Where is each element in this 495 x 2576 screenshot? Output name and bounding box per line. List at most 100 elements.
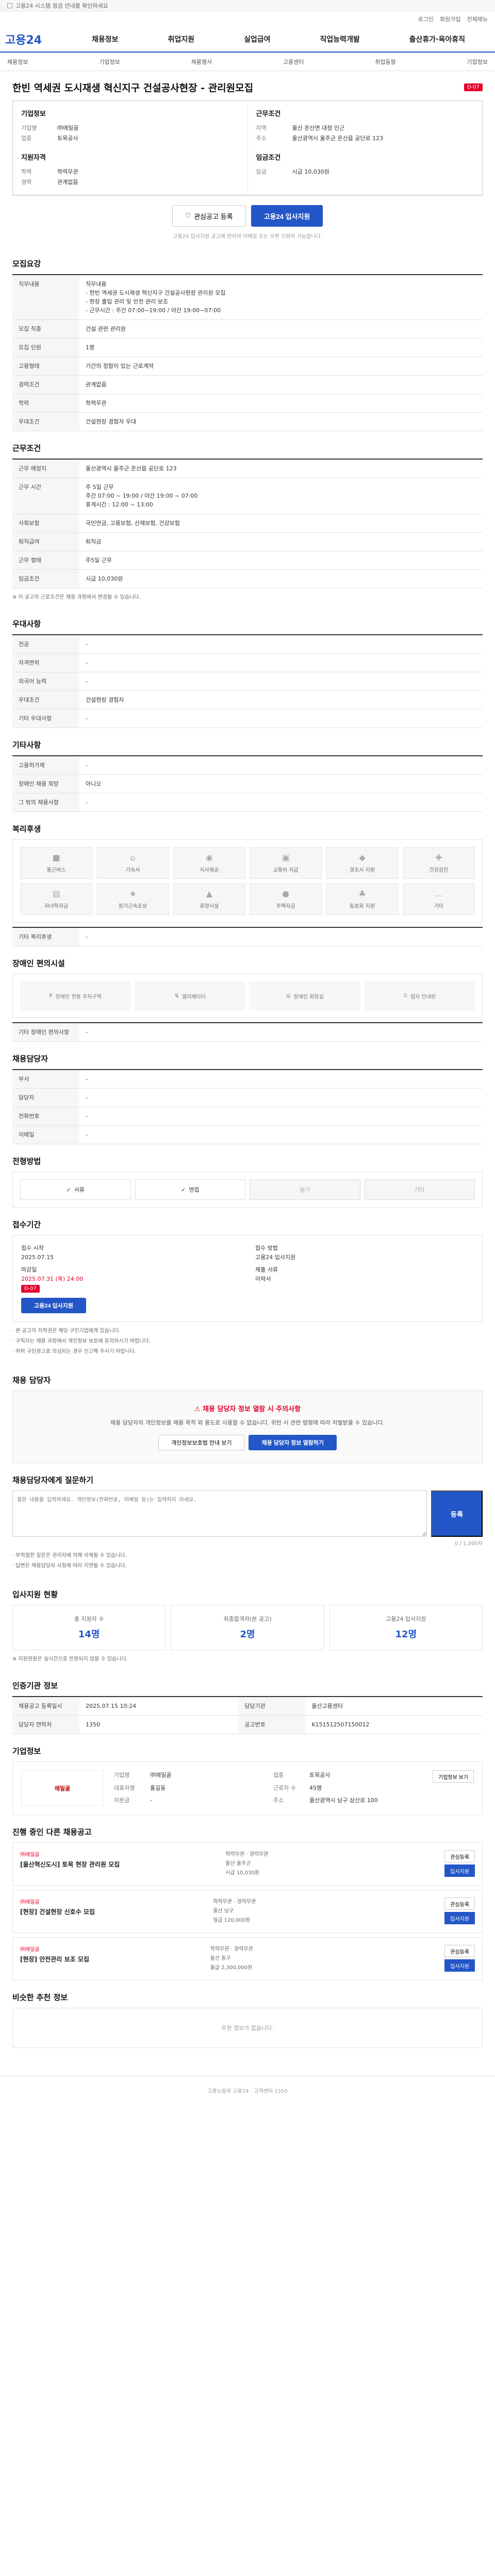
- list-item-title[interactable]: [현장] 건설현장 신호수 모집: [20, 1907, 95, 1916]
- sub-nav-item-jobs[interactable]: 채용정보: [7, 58, 28, 66]
- summary-pay-heading: 임금조건: [256, 154, 281, 162]
- logo[interactable]: 고용24: [5, 31, 67, 47]
- company-detail-button[interactable]: 기업정보 보기: [433, 1770, 474, 1783]
- company-heading: 기업정보: [12, 1747, 41, 1756]
- kv-key: 기업명: [21, 125, 37, 131]
- row-key: 고용형태: [12, 357, 79, 376]
- bus-icon: ■: [52, 853, 60, 862]
- disabled-label: 장애인 화장실: [293, 994, 324, 1000]
- stat-number: 2명: [240, 1629, 255, 1640]
- gnb-item-benefit[interactable]: 실업급여: [244, 34, 271, 44]
- welfare-label: 주택자금: [276, 904, 295, 909]
- top-links: 로그인 회원가입 전체메뉴: [0, 11, 495, 27]
- condition-note: ※ 이 공고의 근로조건은 채용 과정에서 변경될 수 있습니다.: [12, 595, 141, 600]
- report-heading: 채용 담당자: [12, 1376, 51, 1385]
- extra-heading: 기타사항: [12, 740, 41, 750]
- notice-bar: 고용24 시스템 점검 안내를 확인하세요: [0, 0, 495, 11]
- row-key: 공고번호: [238, 1715, 306, 1734]
- job-summary: 한빈 역세권 도시재생 혁신지구 건설공사현장 - 관리원모집 D-07 기업정…: [0, 71, 495, 2055]
- login-link[interactable]: 로그인: [418, 15, 434, 23]
- warning-line: · 허위 구인광고로 의심되는 경우 신고해 주시기 바랍니다.: [12, 1349, 137, 1354]
- braille-icon: ⠿: [403, 993, 407, 999]
- preference-heading: 우대사항: [12, 619, 41, 629]
- row-key: 전화번호: [12, 1107, 79, 1126]
- list-item[interactable]: ㈜에밀골 [현장] 건설현장 신호수 모집 학력무관 · 경력무관 울산 남구 일급 …: [12, 1890, 483, 1933]
- join-link[interactable]: 회원가입: [440, 15, 460, 23]
- qa-input[interactable]: [12, 1490, 427, 1537]
- warning-line: · 구직자는 채용 과정에서 개인정보 보호에 유의하시기 바랍니다.: [12, 1338, 151, 1344]
- recruit-heading: 모집요강: [12, 259, 41, 268]
- company-box: 에밀골 기업명 ㈜에밀골 업종 토목공사 대표자명 홍길동 근로자 수 45명 자본금 -…: [12, 1761, 483, 1815]
- welfare-item: ■ 통근버스: [20, 847, 93, 879]
- row-value: 주5일 근무: [79, 551, 483, 570]
- qa-submit-button[interactable]: 등록: [431, 1490, 483, 1537]
- kv-value: ㈜에밀골: [150, 1772, 172, 1778]
- notice-checkbox[interactable]: [7, 3, 12, 8]
- list-item-company: ㈜에밀골: [20, 1852, 40, 1858]
- list-item[interactable]: ㈜에밀골 [현장] 안전관리 보조 모집 학력무관 · 경력무관 울산 동구 월급 2…: [12, 1937, 483, 1980]
- welfare-heading: 복리후생: [12, 824, 41, 834]
- row-key: 직무내용: [12, 275, 79, 320]
- row-value: 건설현장 경험자 우대: [79, 412, 483, 431]
- summary-box: 기업정보 기업명 ㈜에밀골 업종 토목공사 지원자격 학력 학력무관 경력 관계없음 근…: [12, 100, 483, 195]
- scrap-button[interactable]: ♡ 관심공고 등록: [172, 205, 246, 227]
- kv-value: 울산광역시 울주군 온산읍 공단로 123: [292, 135, 384, 142]
- gnb-item-jobs[interactable]: 채용정보: [92, 34, 119, 44]
- qa-note-line: · 답변은 채용담당자 사정에 따라 지연될 수 있습니다.: [12, 1563, 127, 1569]
- gnb-item-training[interactable]: 직업능력개발: [320, 34, 359, 44]
- apply-button[interactable]: 고용24 입사지원: [251, 205, 323, 227]
- gnb-item-leave[interactable]: 출산휴가·육아휴직: [409, 34, 465, 44]
- disabled-label: 엘리베이터: [182, 994, 206, 1000]
- gnb-item-support[interactable]: 취업지원: [168, 34, 194, 44]
- list-item-meta: 학력무관 · 경력무관: [210, 1946, 253, 1952]
- health-icon: ✚: [435, 853, 442, 862]
- apply-note: 고용24 입사지원 공고에 한하여 이메일 또는 우편 지원이 가능합니다.: [173, 234, 322, 240]
- welfare-item: ▤ 자녀학자금: [20, 883, 93, 915]
- row-key: 이메일: [12, 1125, 79, 1144]
- period-apply-button[interactable]: 고용24 입사지원: [21, 1298, 87, 1313]
- list-scrap-button[interactable]: 관심등록: [444, 1945, 475, 1957]
- sub-nav-item-event[interactable]: 채용행사: [191, 58, 212, 66]
- welfare-label: 동호회 지원: [349, 904, 375, 909]
- list-item[interactable]: ㈜에밀골 [울산혁신도시] 토목 현장 관리원 모집 학력무관 · 경력무관 울산 …: [12, 1842, 483, 1886]
- sub-nav-item-company-2[interactable]: 기업정보: [467, 58, 487, 66]
- sub-nav-item-trend[interactable]: 취업동향: [375, 58, 395, 66]
- list-apply-button[interactable]: 입사지원: [444, 1959, 475, 1972]
- global-nav: 고용24 채용정보 취업지원 실업급여 직업능력개발 출산휴가·육아휴직: [0, 27, 495, 53]
- recommend-heading: 비슷한 추천 정보: [12, 1993, 68, 2002]
- welfare-item: ● 주택자금: [249, 883, 322, 915]
- row-value: -: [79, 1088, 483, 1107]
- row-value: 1명: [79, 338, 483, 357]
- list-item-company: ㈜에밀골: [20, 1900, 40, 1905]
- list-item-title[interactable]: [울산혁신도시] 토목 현장 관리원 모집: [20, 1860, 120, 1869]
- sub-nav-item-company[interactable]: 기업정보: [99, 58, 120, 66]
- list-apply-button[interactable]: 입사지원: [444, 1912, 475, 1924]
- view-contact-button[interactable]: 채용 담당자 정보 열람하기: [249, 1435, 337, 1450]
- row-value: 학력무관: [79, 394, 483, 413]
- money-icon: ●: [282, 889, 290, 899]
- row-key: 경력조건: [12, 375, 79, 394]
- parking-icon: P: [49, 993, 53, 999]
- sub-nav-item-center[interactable]: 고용센터: [283, 58, 304, 66]
- meal-icon: ◉: [205, 853, 213, 862]
- list-item-meta: 울산 동구: [210, 1956, 231, 1961]
- list-scrap-button[interactable]: 관심등록: [444, 1897, 475, 1910]
- row-value: -: [79, 927, 483, 946]
- contact-heading: 채용담당자: [12, 1054, 48, 1063]
- list-scrap-button[interactable]: 관심등록: [444, 1850, 475, 1862]
- row-value: 2025.07.15 10:24: [79, 1697, 239, 1716]
- welfare-item: … 기타: [402, 883, 475, 915]
- list-apply-button[interactable]: 입사지원: [444, 1865, 475, 1877]
- kv-value: ㈜에밀골: [57, 125, 79, 131]
- row-key: 기타 장애인 편의사항: [12, 1023, 79, 1042]
- welfare-item: ♣ 동호회 지원: [326, 883, 399, 915]
- qa-heading: 채용담당자에게 질문하기: [12, 1476, 94, 1485]
- kv-key: 자본금: [114, 1797, 130, 1804]
- all-menu-link[interactable]: 전체메뉴: [467, 15, 488, 23]
- list-item-title[interactable]: [현장] 안전관리 보조 모집: [20, 1955, 89, 1963]
- privacy-guide-button[interactable]: 개인정보보호법 안내 보기: [158, 1435, 245, 1450]
- notice-text: 고용24 시스템 점검 안내를 확인하세요: [15, 2, 108, 9]
- method-item-etc: 기타: [364, 1179, 475, 1200]
- kv-value: 홍길동: [150, 1784, 166, 1791]
- period-deadline: 2025.07.31 (목) 24:00: [21, 1276, 84, 1282]
